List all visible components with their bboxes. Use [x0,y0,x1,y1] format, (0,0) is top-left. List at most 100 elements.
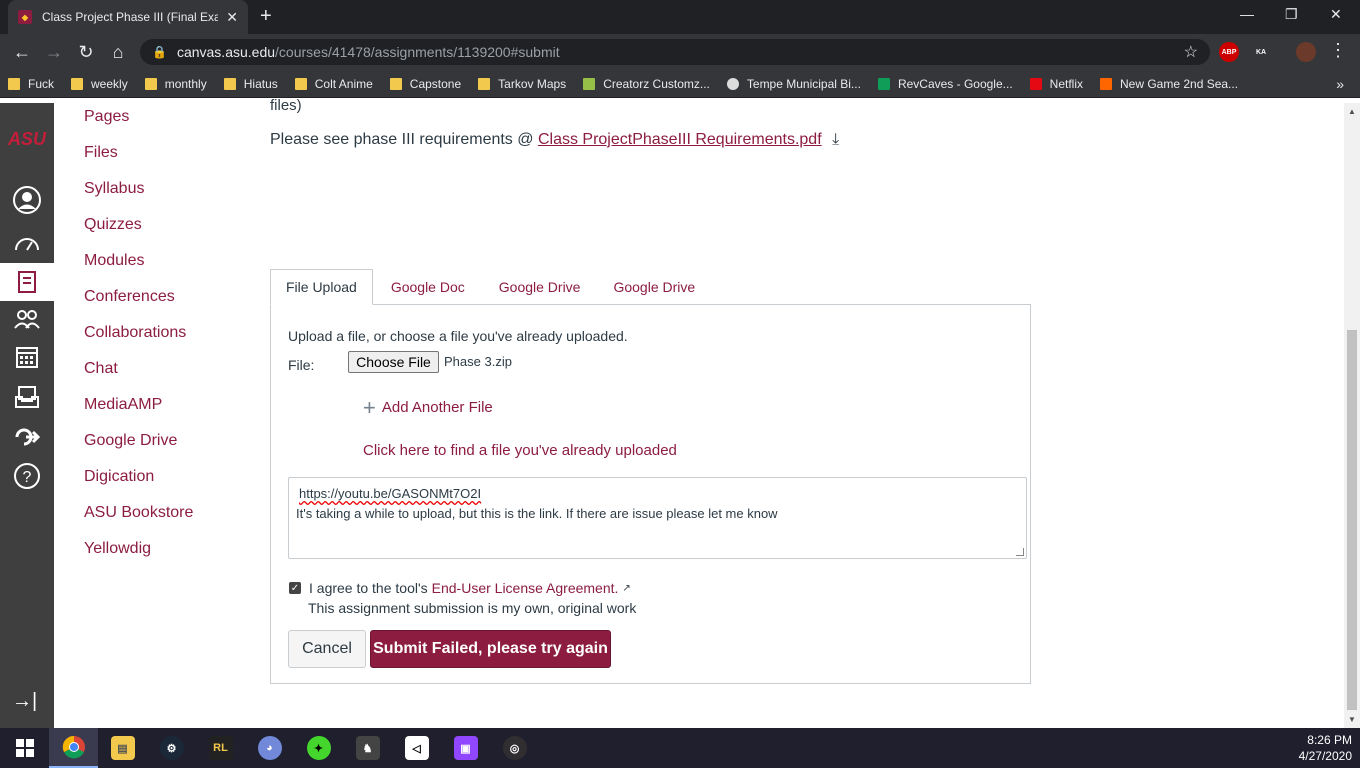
course-nav-item[interactable]: Quizzes [84,216,142,234]
choose-file-button[interactable]: Choose File [348,351,439,373]
tab-google-doc[interactable]: Google Doc [373,269,483,305]
game-icon[interactable]: ♞ [343,728,392,768]
chrome-taskbar-icon[interactable] [49,728,98,768]
adblock-extension-icon[interactable]: ABP [1219,42,1239,62]
lock-icon: 🔒 [152,45,167,59]
file-upload-panel: Upload a file, or choose a file you've a… [270,304,1031,684]
bookmark-item[interactable]: monthly [144,77,207,91]
folder-icon [144,77,157,90]
course-nav-item[interactable]: Modules [84,252,144,270]
course-nav-item[interactable]: Pages [84,108,129,126]
assignment-content: files) Please see phase III requirements… [270,97,1340,728]
bookmark-item[interactable]: Capstone [389,77,461,91]
course-nav-item[interactable]: Files [84,144,118,162]
scroll-up-icon[interactable]: ▲ [1348,107,1356,116]
bookmark-item[interactable]: Colt Anime [294,77,373,91]
tab-google-drive-2[interactable]: Google Drive [596,269,712,305]
account-icon[interactable] [11,184,43,216]
razer-icon[interactable]: ✦ [294,728,343,768]
forward-icon[interactable]: → [38,42,70,63]
windows-start-icon[interactable] [0,728,49,768]
close-window-icon[interactable]: ✕ [1330,6,1342,23]
file-explorer-icon[interactable]: ▤ [98,728,147,768]
groups-icon[interactable] [11,303,43,335]
unreal-launcher-icon[interactable]: ◁ [392,728,441,768]
page-scrollbar[interactable]: ▲ ▼ [1344,103,1360,728]
bookmark-star-icon[interactable]: ☆ [1184,42,1198,62]
resize-handle[interactable] [1016,548,1024,556]
more-bookmarks-icon[interactable]: » [1336,76,1344,92]
chrome-menu-icon[interactable]: ⋮ [1322,40,1354,61]
folder-icon [223,77,236,90]
download-icon[interactable]: ⤓ [832,131,839,148]
courses-icon[interactable] [0,263,54,301]
course-nav-item[interactable]: Google Drive [84,432,177,450]
commons-icon[interactable] [11,421,43,453]
file-label: File: [288,357,315,373]
course-nav-item[interactable]: Syllabus [84,180,144,198]
eula-link[interactable]: End-User License Agreement. [432,580,619,596]
folder-icon [478,77,491,90]
bookmark-item[interactable]: Creatorz Customz... [583,77,710,91]
course-nav-item[interactable]: MediaAMP [84,396,162,414]
bookmark-item[interactable]: New Game 2nd Sea... [1100,77,1238,91]
restore-icon[interactable]: ❐ [1285,6,1298,23]
clock-time: 8:26 PM [1307,733,1352,747]
url-domain: canvas.asu.edu [176,44,276,60]
ka-extension-icon[interactable]: KA [1251,42,1271,62]
scrollbar-thumb[interactable] [1347,330,1357,710]
obs-icon[interactable]: ◎ [490,728,539,768]
folder-icon [294,77,307,90]
system-clock[interactable]: 8:26 PM 4/27/2020 [1299,732,1352,764]
close-tab-icon[interactable]: ✕ [226,9,238,26]
bookmark-item[interactable]: Tempe Municipal Bi... [726,77,861,91]
address-bar[interactable]: 🔒 canvas.asu.edu/courses/41478/assignmen… [140,39,1210,65]
add-another-file-button[interactable]: + Add Another File [363,397,493,419]
calendar-icon[interactable] [11,341,43,373]
bookmark-item[interactable]: Fuck [8,77,54,91]
course-nav-item[interactable]: ASU Bookstore [84,504,193,522]
rocket-league-icon[interactable]: RL [196,728,245,768]
course-nav-item[interactable]: Chat [84,360,118,378]
folder-icon [71,77,84,90]
eula-checkbox[interactable]: ✓ [289,582,301,594]
submit-button[interactable]: Submit Failed, please try again [370,630,611,668]
own-work-statement: This assignment submission is my own, or… [308,600,637,616]
requirements-pdf-link[interactable]: Class ProjectPhaseIII Requirements.pdf [538,131,822,148]
dashboard-icon[interactable] [11,226,43,258]
find-uploaded-file-link[interactable]: Click here to find a file you've already… [363,442,677,459]
steam-icon[interactable]: ⚙ [147,728,196,768]
bookmark-item[interactable]: Hiatus [223,77,278,91]
tab-file-upload[interactable]: File Upload [270,269,373,305]
profile-avatar[interactable] [1296,42,1316,62]
minimize-icon[interactable]: — [1240,6,1254,22]
home-icon[interactable]: ⌂ [102,42,134,63]
requirements-line: Please see phase III requirements @ Clas… [270,131,840,148]
bookmark-item[interactable]: Tarkov Maps [478,77,566,91]
cancel-button[interactable]: Cancel [288,630,366,668]
course-nav-item[interactable]: Digication [84,468,154,486]
help-icon[interactable]: ? [11,460,43,492]
netflix-icon [1029,77,1042,90]
tab-google-drive[interactable]: Google Drive [483,269,597,305]
new-tab-icon[interactable]: + [260,6,272,26]
twitch-icon[interactable]: ▣ [441,728,490,768]
bookmark-item[interactable]: weekly [71,77,128,91]
course-nav-item[interactable]: Yellowdig [84,540,151,558]
reload-icon[interactable]: ↻ [70,42,102,63]
global-navigation: ASU ? →| [0,103,54,728]
collapse-nav-icon[interactable]: →| [12,690,37,713]
discord-icon[interactable]: ◕ [245,728,294,768]
svg-text:?: ? [23,469,32,486]
browser-titlebar: ◆ Class Project Phase III (Final Exam ✕ … [0,0,1360,34]
course-nav-item[interactable]: Collaborations [84,324,186,342]
scroll-down-icon[interactable]: ▼ [1348,715,1356,724]
bookmark-item[interactable]: Netflix [1029,77,1083,91]
asu-logo[interactable]: ASU [6,129,48,153]
comment-textarea[interactable]: https://youtu.be/GASONMt7O2I It's taking… [288,477,1027,559]
browser-tab[interactable]: ◆ Class Project Phase III (Final Exam ✕ [8,0,248,34]
inbox-icon[interactable] [11,381,43,413]
back-icon[interactable]: ← [6,42,38,63]
course-nav-item[interactable]: Conferences [84,288,175,306]
bookmark-item[interactable]: RevCaves - Google... [877,77,1013,91]
